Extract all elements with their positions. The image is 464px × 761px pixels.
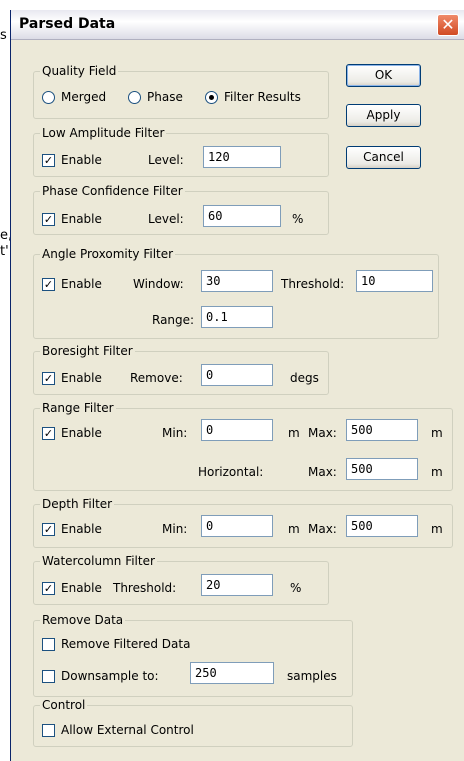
level-label: Level: (148, 212, 184, 226)
title-bar[interactable]: Parsed Data ✕ (11, 10, 464, 40)
horizontal-max-input[interactable]: 500 (346, 458, 418, 480)
remove-filtered-checkbox[interactable] (42, 638, 55, 651)
enable-label: Enable (61, 522, 102, 536)
percent-unit: % (290, 581, 302, 595)
check-icon[interactable]: ✓ (42, 278, 55, 291)
window-input[interactable]: 30 (201, 270, 273, 292)
background-text-1: s (0, 28, 7, 43)
range-label: Range: (152, 313, 195, 327)
quality-field-group: Quality Field Merged Phase Filter Result… (33, 63, 329, 119)
filter-results-radio[interactable] (205, 91, 218, 104)
cancel-button[interactable]: Cancel (346, 146, 421, 169)
group-legend: Remove Data (40, 612, 126, 628)
group-legend: Angle Proxomity Filter (40, 246, 176, 262)
filter-results-label: Filter Results (224, 90, 301, 104)
percent-unit: % (292, 212, 304, 226)
range-min-input[interactable]: 0 (201, 419, 273, 441)
merged-label: Merged (61, 90, 107, 104)
horizontal-max-label: Max: (308, 465, 337, 479)
external-control-label: Allow External Control (61, 723, 194, 737)
close-icon[interactable]: ✕ (437, 14, 459, 36)
phase-confidence-level-input[interactable]: 60 (203, 205, 281, 227)
phase-radio[interactable] (128, 91, 141, 104)
group-legend: Depth Filter (40, 496, 115, 512)
level-label: Level: (148, 153, 184, 167)
degs-unit: degs (290, 371, 319, 385)
remove-data-group: Remove Data Remove Filtered Data Downsam… (33, 612, 353, 697)
depth-max-input[interactable]: 500 (346, 515, 418, 537)
depth-min-input[interactable]: 0 (201, 515, 273, 537)
horizontal-label: Horizontal: (198, 465, 264, 479)
low-amplitude-level-input[interactable]: 120 (203, 146, 281, 168)
enable-label: Enable (61, 581, 102, 595)
angle-proximity-group: Angle Proxomity Filter ✓ Enable Window: … (33, 246, 439, 339)
control-group: Control Allow External Control (33, 697, 353, 747)
downsample-label: Downsample to: (61, 669, 159, 683)
min-unit: m (288, 426, 300, 440)
min-label: Min: (162, 426, 188, 440)
merged-radio[interactable] (42, 91, 55, 104)
min-label: Min: (162, 522, 188, 536)
boresight-group: Boresight Filter ✓ Enable Remove: 0 degs (33, 343, 329, 395)
group-legend: Phase Confidence Filter (40, 183, 185, 199)
apply-button[interactable]: Apply (346, 104, 421, 127)
depth-filter-group: Depth Filter ✓ Enable Min: 0 m Max: 500 … (33, 496, 453, 548)
threshold-label: Threshold: (113, 581, 177, 595)
watercolumn-group: Watercolumn Filter ✓ Enable Threshold: 2… (33, 553, 329, 605)
group-legend: Control (40, 697, 88, 713)
group-legend: Boresight Filter (40, 343, 135, 359)
check-icon[interactable]: ✓ (42, 213, 55, 226)
group-legend: Range Filter (40, 400, 116, 416)
min-unit: m (288, 522, 300, 536)
watercolumn-threshold-input[interactable]: 20 (201, 574, 273, 596)
group-legend: Watercolumn Filter (40, 553, 157, 569)
window-label: Window: (133, 277, 184, 291)
threshold-input[interactable]: 10 (356, 270, 433, 292)
enable-label: Enable (61, 212, 102, 226)
group-legend: Low Amplitude Filter (40, 125, 167, 141)
background-text-3: t' (0, 244, 9, 259)
downsample-checkbox[interactable] (42, 670, 55, 683)
boresight-remove-input[interactable]: 0 (201, 364, 273, 386)
remove-label: Remove: (130, 371, 183, 385)
samples-unit: samples (287, 669, 337, 683)
check-icon[interactable]: ✓ (42, 372, 55, 385)
remove-filtered-label: Remove Filtered Data (61, 637, 191, 651)
phase-label: Phase (147, 90, 183, 104)
max-label: Max: (308, 426, 337, 440)
enable-label: Enable (61, 277, 102, 291)
window-title: Parsed Data (19, 16, 116, 32)
range-input[interactable]: 0.1 (201, 306, 273, 328)
threshold-label: Threshold: (281, 277, 345, 291)
check-icon[interactable]: ✓ (42, 582, 55, 595)
check-icon[interactable]: ✓ (42, 523, 55, 536)
horizontal-max-unit: m (431, 465, 443, 479)
max-label: Max: (308, 522, 337, 536)
ok-button[interactable]: OK (346, 64, 421, 87)
phase-confidence-group: Phase Confidence Filter ✓ Enable Level: … (33, 183, 329, 235)
range-max-input[interactable]: 500 (346, 419, 418, 441)
group-legend: Quality Field (40, 63, 119, 79)
enable-label: Enable (61, 371, 102, 385)
enable-label: Enable (61, 426, 102, 440)
low-amplitude-group: Low Amplitude Filter ✓ Enable Level: 120 (33, 125, 329, 177)
range-filter-group: Range Filter ✓ Enable Min: 0 m Max: 500 … (33, 400, 453, 491)
max-unit: m (431, 426, 443, 440)
check-icon[interactable]: ✓ (42, 154, 55, 167)
downsample-input[interactable]: 250 (190, 662, 274, 684)
parsed-data-dialog: Parsed Data ✕ OK Apply Cancel Quality Fi… (10, 10, 464, 761)
max-unit: m (431, 522, 443, 536)
external-control-checkbox[interactable] (42, 724, 55, 737)
enable-label: Enable (61, 153, 102, 167)
check-icon[interactable]: ✓ (42, 427, 55, 440)
